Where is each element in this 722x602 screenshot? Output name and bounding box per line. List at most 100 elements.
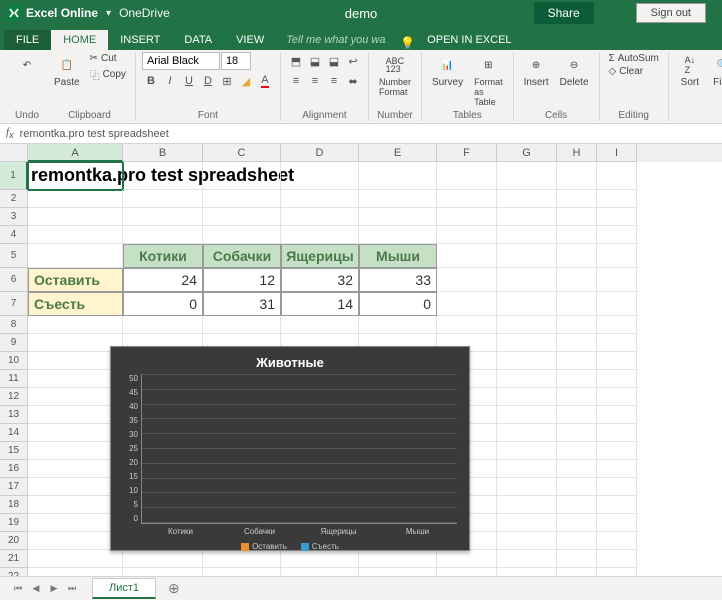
cell[interactable] bbox=[557, 550, 597, 568]
row-header[interactable]: 12 bbox=[0, 388, 28, 406]
cell[interactable] bbox=[437, 292, 497, 316]
cell[interactable] bbox=[437, 162, 497, 190]
cell[interactable] bbox=[557, 190, 597, 208]
merge-button[interactable]: ⬌ bbox=[344, 72, 362, 90]
cell[interactable] bbox=[597, 424, 637, 442]
cell[interactable] bbox=[497, 460, 557, 478]
cell[interactable] bbox=[597, 244, 637, 268]
cell[interactable] bbox=[28, 442, 123, 460]
cell[interactable] bbox=[597, 292, 637, 316]
cut-button[interactable]: ✂Cut bbox=[87, 52, 129, 65]
row-header[interactable]: 1 bbox=[0, 162, 28, 190]
cell[interactable]: Оставить bbox=[28, 268, 123, 292]
cell[interactable] bbox=[497, 268, 557, 292]
sheet-first-button[interactable]: ⏮ bbox=[10, 581, 26, 597]
cell[interactable]: Собачки bbox=[203, 244, 281, 268]
cell[interactable] bbox=[497, 334, 557, 352]
paste-button[interactable]: 📋Paste bbox=[50, 52, 84, 90]
row-header[interactable]: 21 bbox=[0, 550, 28, 568]
cell[interactable] bbox=[28, 352, 123, 370]
underline-button[interactable]: U bbox=[180, 72, 198, 90]
cell[interactable] bbox=[497, 550, 557, 568]
cell[interactable] bbox=[359, 190, 437, 208]
row-header[interactable]: 19 bbox=[0, 514, 28, 532]
cell[interactable] bbox=[557, 162, 597, 190]
select-all-corner[interactable] bbox=[0, 144, 28, 162]
cell[interactable] bbox=[557, 334, 597, 352]
tab-home[interactable]: HOME bbox=[51, 30, 108, 50]
cell[interactable] bbox=[28, 460, 123, 478]
cell[interactable] bbox=[597, 316, 637, 334]
cell[interactable] bbox=[203, 550, 281, 568]
row-header[interactable]: 7 bbox=[0, 292, 28, 316]
cell[interactable] bbox=[557, 292, 597, 316]
cell[interactable]: 32 bbox=[281, 268, 359, 292]
cell[interactable] bbox=[123, 550, 203, 568]
chart[interactable]: Животные 50454035302520151050 КотикиСоба… bbox=[110, 346, 470, 551]
cell[interactable]: 12 bbox=[203, 268, 281, 292]
tab-file[interactable]: FILE bbox=[4, 30, 51, 50]
sheet-next-button[interactable]: ▶ bbox=[46, 581, 62, 597]
font-size-select[interactable] bbox=[221, 52, 251, 70]
cell[interactable] bbox=[359, 162, 437, 190]
cell[interactable] bbox=[557, 406, 597, 424]
cell[interactable] bbox=[557, 388, 597, 406]
cell[interactable] bbox=[203, 208, 281, 226]
bold-button[interactable]: B bbox=[142, 72, 160, 90]
cell[interactable] bbox=[497, 424, 557, 442]
cell[interactable]: 31 bbox=[203, 292, 281, 316]
cell[interactable] bbox=[597, 208, 637, 226]
app-dropdown-icon[interactable]: ▾ bbox=[106, 8, 111, 19]
cell[interactable] bbox=[281, 568, 359, 576]
cell[interactable] bbox=[203, 568, 281, 576]
sort-button[interactable]: A↓ZSort bbox=[675, 52, 705, 90]
cell[interactable] bbox=[557, 208, 597, 226]
cell[interactable] bbox=[597, 226, 637, 244]
cell[interactable] bbox=[437, 568, 497, 576]
cell[interactable] bbox=[557, 460, 597, 478]
formulabar[interactable]: fx remontka.pro test spreadsheet bbox=[0, 124, 722, 144]
cell[interactable] bbox=[597, 568, 637, 576]
row-header[interactable]: 18 bbox=[0, 496, 28, 514]
cell[interactable] bbox=[597, 550, 637, 568]
cell[interactable] bbox=[497, 388, 557, 406]
cell[interactable] bbox=[557, 370, 597, 388]
cell[interactable] bbox=[497, 406, 557, 424]
row-header[interactable]: 4 bbox=[0, 226, 28, 244]
cell[interactable] bbox=[123, 568, 203, 576]
cell[interactable] bbox=[28, 514, 123, 532]
cell[interactable] bbox=[203, 190, 281, 208]
cell[interactable]: 0 bbox=[359, 292, 437, 316]
share-button[interactable]: Share bbox=[534, 2, 594, 24]
cell[interactable] bbox=[281, 208, 359, 226]
wrap-text-button[interactable]: ↩ bbox=[344, 52, 362, 70]
cell[interactable] bbox=[497, 244, 557, 268]
cell[interactable] bbox=[437, 244, 497, 268]
align-top-button[interactable]: ⬒ bbox=[287, 52, 305, 70]
cell[interactable] bbox=[497, 292, 557, 316]
cell[interactable]: remontka.pro test spreadsheet bbox=[28, 162, 123, 190]
cell[interactable] bbox=[437, 226, 497, 244]
cell[interactable] bbox=[359, 316, 437, 334]
italic-button[interactable]: I bbox=[161, 72, 179, 90]
cell[interactable] bbox=[281, 162, 359, 190]
align-center-button[interactable]: ≡ bbox=[306, 72, 324, 90]
align-right-button[interactable]: ≡ bbox=[325, 72, 343, 90]
cell[interactable] bbox=[203, 162, 281, 190]
cell[interactable] bbox=[597, 268, 637, 292]
sheet-tab[interactable]: Лист1 bbox=[92, 578, 156, 599]
cell[interactable] bbox=[557, 244, 597, 268]
cell[interactable] bbox=[557, 568, 597, 576]
cell[interactable] bbox=[123, 316, 203, 334]
cell[interactable] bbox=[123, 162, 203, 190]
cell[interactable] bbox=[597, 334, 637, 352]
cell[interactable]: 24 bbox=[123, 268, 203, 292]
cell[interactable] bbox=[28, 550, 123, 568]
cell[interactable] bbox=[497, 442, 557, 460]
cell[interactable] bbox=[497, 316, 557, 334]
row-header[interactable]: 17 bbox=[0, 478, 28, 496]
column-header[interactable]: C bbox=[203, 144, 281, 162]
row-header[interactable]: 3 bbox=[0, 208, 28, 226]
cell[interactable] bbox=[28, 334, 123, 352]
column-header[interactable]: H bbox=[557, 144, 597, 162]
